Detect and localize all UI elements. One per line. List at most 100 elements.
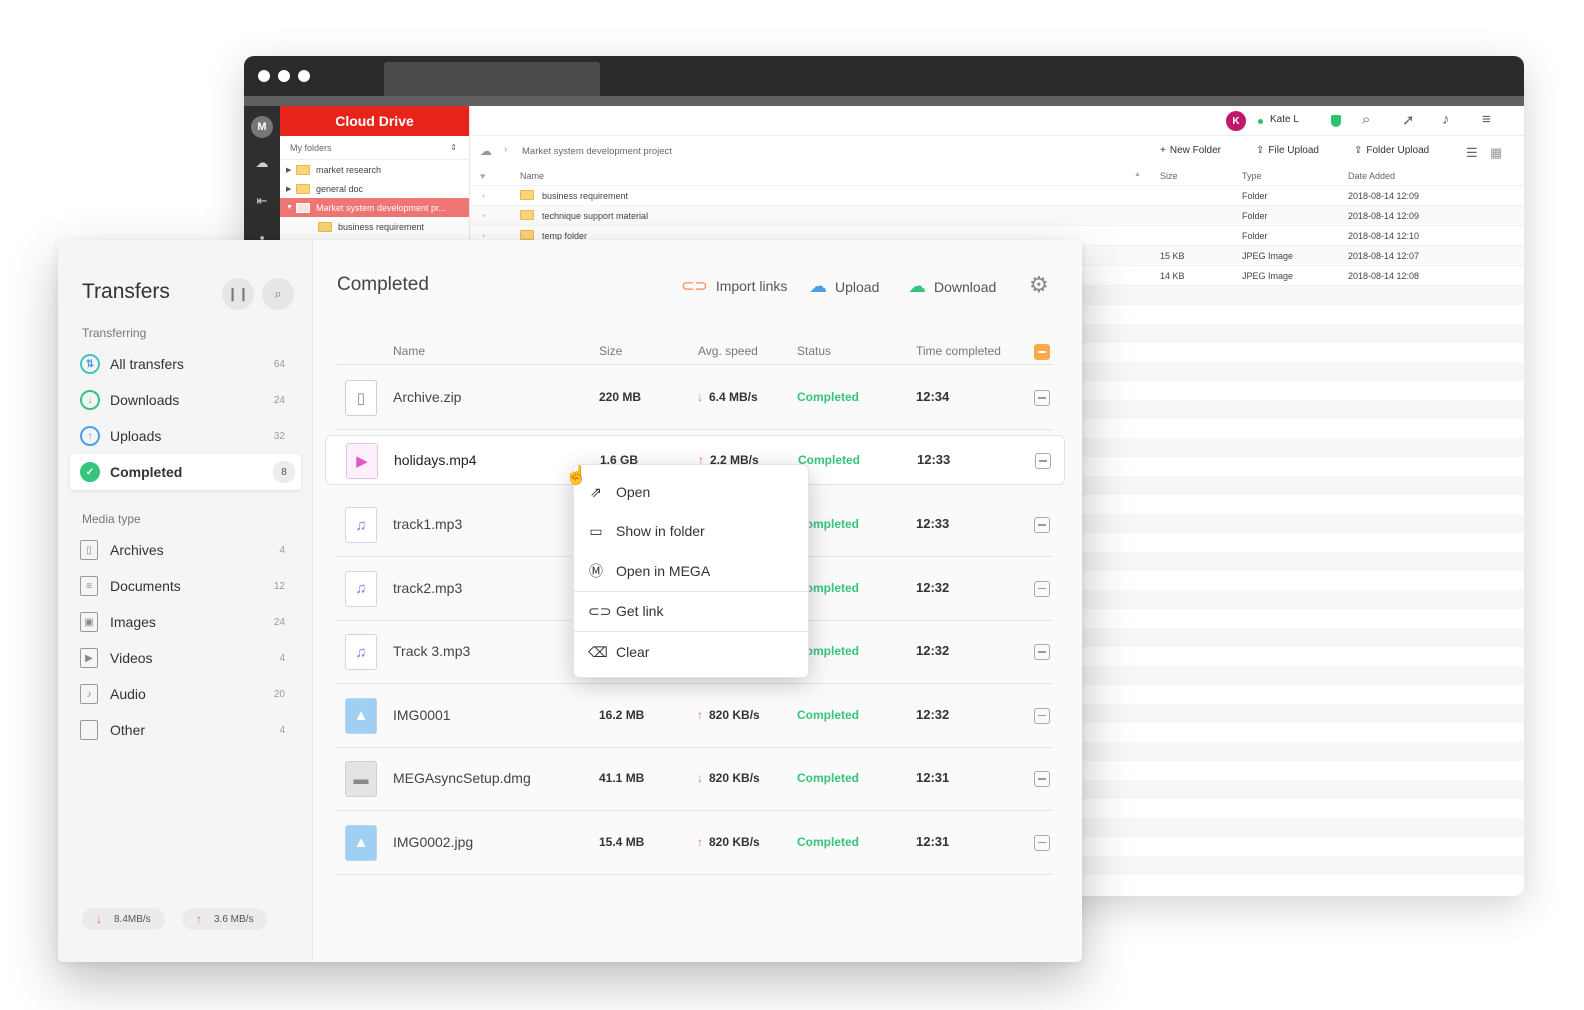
cloud-download-icon: ☁ bbox=[908, 276, 926, 296]
file-size: 15 KB bbox=[1160, 251, 1185, 261]
sort-asc-icon[interactable]: ▲ bbox=[1134, 171, 1141, 178]
menu-item-open[interactable]: ⇗ Open bbox=[574, 473, 808, 511]
file-name: track2.mp3 bbox=[393, 579, 463, 596]
eraser-icon: ⌫ bbox=[588, 643, 608, 660]
nav-uploads[interactable]: ↑ Uploads 32 bbox=[70, 418, 301, 454]
status-badge: Completed bbox=[797, 707, 860, 722]
menu-icon[interactable]: ≡ bbox=[1482, 111, 1491, 128]
nav-downloads[interactable]: ↓ Downloads 24 bbox=[70, 382, 301, 418]
favorite-icon[interactable]: • bbox=[482, 191, 485, 201]
nav-label: All transfers bbox=[110, 356, 184, 372]
file-date: 2018-08-14 12:09 bbox=[1348, 211, 1420, 221]
document-icon: ≡ bbox=[80, 576, 98, 596]
column-avg-speed[interactable]: Avg. speed bbox=[698, 344, 758, 358]
folder-icon bbox=[520, 230, 534, 240]
gear-icon[interactable]: ⚙ bbox=[1029, 272, 1049, 298]
avatar[interactable]: K bbox=[1226, 111, 1246, 131]
window-minimize-dot[interactable] bbox=[278, 70, 290, 82]
file-row[interactable]: • technique support material Folder 2018-08… bbox=[470, 206, 1524, 226]
row-checkbox[interactable] bbox=[1034, 517, 1050, 533]
row-checkbox[interactable] bbox=[1034, 707, 1050, 724]
expand-icon[interactable]: ▶ bbox=[286, 185, 296, 193]
collapse-icon[interactable]: ▼ bbox=[286, 204, 296, 211]
row-checkbox[interactable] bbox=[1034, 644, 1050, 660]
context-menu: ⇗ Open ▭ Show in folder Ⓜ Open in MEGA ⊂⊃ Ge… bbox=[573, 464, 809, 678]
breadcrumb-item[interactable]: Market system development project bbox=[522, 146, 672, 157]
nav-all-transfers[interactable]: ⇅ All transfers 64 bbox=[70, 346, 301, 382]
arrow-down-icon: ↓ bbox=[697, 390, 703, 404]
time-completed: 12:31 bbox=[916, 833, 950, 849]
new-folder-button[interactable]: + New Folder bbox=[1160, 145, 1221, 156]
file-upload-button[interactable]: ⇪ File Upload bbox=[1256, 145, 1319, 156]
pause-button[interactable]: ❙❙ bbox=[222, 278, 254, 310]
media-images[interactable]: ▣ Images 24 bbox=[70, 604, 301, 640]
import-links-button[interactable]: ⊂⊃ Import links bbox=[681, 276, 787, 296]
audio-icon: ♪ bbox=[80, 684, 98, 704]
row-checkbox[interactable] bbox=[1034, 580, 1050, 597]
time-completed: 12:33 bbox=[916, 516, 950, 531]
select-all-checkbox[interactable] bbox=[1034, 344, 1050, 360]
user-name[interactable]: Kate L bbox=[1270, 114, 1299, 125]
file-name: business requirement bbox=[542, 191, 629, 201]
favorite-icon[interactable]: • bbox=[482, 211, 485, 221]
list-view-icon[interactable]: ☰ bbox=[1466, 145, 1478, 161]
media-label: Images bbox=[110, 614, 156, 630]
column-date[interactable]: Date Added bbox=[1348, 171, 1395, 181]
menu-item-label: Open bbox=[616, 484, 651, 500]
column-size[interactable]: Size bbox=[1160, 171, 1178, 181]
upload-button[interactable]: ☁ Upload bbox=[809, 276, 879, 297]
transfer-row[interactable]: ▲ IMG0002.jpg 15.4 MB ↑ 820 KB/s Completed 12:… bbox=[337, 811, 1053, 875]
transfer-row[interactable]: ▲ IMG0001 16.2 MB ↑ 820 KB/s Completed 12:32 bbox=[337, 684, 1053, 748]
menu-item-open-in-mega[interactable]: Ⓜ Open in MEGA bbox=[574, 552, 808, 590]
menu-item-show-in-folder[interactable]: ▭ Show in folder bbox=[574, 512, 808, 550]
tree-item[interactable]: ▶ general doc bbox=[280, 179, 469, 198]
row-checkbox[interactable] bbox=[1034, 771, 1050, 787]
mega-logo-icon[interactable]: M bbox=[251, 116, 273, 138]
search-icon[interactable]: ⌕ bbox=[1362, 111, 1370, 128]
menu-divider bbox=[574, 631, 808, 632]
row-checkbox[interactable] bbox=[1035, 453, 1051, 469]
row-checkbox[interactable] bbox=[1034, 390, 1050, 406]
column-time-completed[interactable]: Time completed bbox=[916, 344, 1001, 358]
tree-item-selected[interactable]: ▼ Market system development pr... bbox=[280, 198, 469, 217]
grid-view-icon[interactable]: ▦ bbox=[1490, 145, 1502, 161]
my-folders-dropdown[interactable]: My folders ⇕ bbox=[280, 136, 469, 160]
media-other[interactable]: Other 4 bbox=[70, 712, 301, 748]
transfer-row[interactable]: ▯ Archive.zip 220 MB ↓ 6.4 MB/s Completed 12:3… bbox=[337, 366, 1053, 430]
tree-item[interactable]: business requirement bbox=[280, 217, 469, 236]
cloud-upload-icon: ☁ bbox=[809, 276, 827, 296]
media-audio[interactable]: ♪ Audio 20 bbox=[70, 676, 301, 712]
tree-item-label: business requirement bbox=[338, 221, 425, 232]
media-videos[interactable]: ▶ Videos 4 bbox=[70, 640, 301, 676]
transfer-row[interactable]: ▬ MEGAsyncSetup.dmg 41.1 MB ↓ 820 KB/s Comple… bbox=[337, 747, 1053, 811]
media-documents[interactable]: ≡ Documents 12 bbox=[70, 568, 301, 604]
column-name[interactable]: Name bbox=[520, 171, 544, 181]
menu-item-clear[interactable]: ⌫ Clear bbox=[574, 633, 808, 671]
inbox-icon[interactable]: ⇤ bbox=[251, 190, 273, 212]
nav-completed[interactable]: ✓ Completed 8 bbox=[70, 454, 301, 490]
media-archives[interactable]: ▯ Archives 4 bbox=[70, 532, 301, 568]
column-type[interactable]: Type bbox=[1242, 171, 1262, 181]
column-size[interactable]: Size bbox=[599, 344, 622, 358]
file-size: 14 KB bbox=[1160, 271, 1185, 281]
time-completed: 12:32 bbox=[916, 643, 950, 658]
cloud-icon[interactable]: ☁ bbox=[251, 152, 273, 174]
file-row[interactable]: • business requirement Folder 2018-08-14 12… bbox=[470, 186, 1524, 206]
download-button[interactable]: ☁ Download bbox=[908, 276, 996, 297]
column-name[interactable]: Name bbox=[393, 344, 425, 358]
bell-icon[interactable]: ♪ bbox=[1442, 111, 1450, 128]
shield-icon[interactable] bbox=[1331, 115, 1341, 127]
cloud-icon[interactable]: ☁ bbox=[480, 144, 492, 158]
window-zoom-dot[interactable] bbox=[298, 70, 310, 82]
expand-icon[interactable]: ▶ bbox=[286, 166, 296, 174]
browser-tab[interactable] bbox=[384, 62, 600, 96]
favorite-icon[interactable]: ♥ bbox=[480, 171, 485, 181]
column-status[interactable]: Status bbox=[797, 344, 831, 358]
rocket-icon[interactable]: ➚ bbox=[1402, 111, 1415, 129]
window-close-dot[interactable] bbox=[258, 70, 270, 82]
search-button[interactable]: ⌕ bbox=[262, 278, 294, 310]
tree-item[interactable]: ▶ market research bbox=[280, 160, 469, 179]
folder-upload-button[interactable]: ⇪ Folder Upload bbox=[1354, 145, 1429, 156]
row-checkbox[interactable] bbox=[1034, 834, 1050, 851]
menu-item-get-link[interactable]: ⊂⊃ Get link bbox=[574, 592, 808, 630]
